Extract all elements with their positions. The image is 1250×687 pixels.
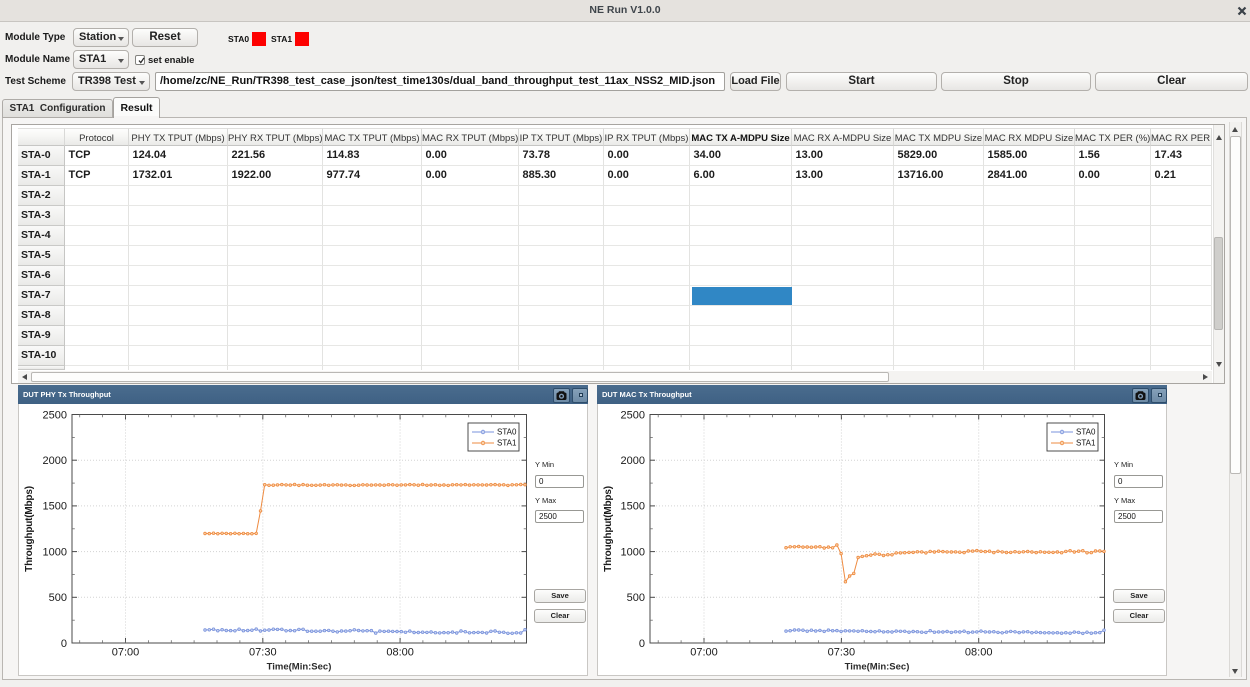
svg-text:08:00: 08:00 bbox=[386, 647, 414, 659]
svg-text:2000: 2000 bbox=[621, 455, 645, 467]
svg-text:500: 500 bbox=[49, 592, 67, 604]
svg-text:0: 0 bbox=[639, 638, 645, 650]
svg-text:Throughput(Mbps): Throughput(Mbps) bbox=[24, 486, 35, 572]
svg-text:07:00: 07:00 bbox=[112, 647, 140, 659]
svg-text:2500: 2500 bbox=[43, 409, 67, 421]
svg-text:500: 500 bbox=[627, 592, 645, 604]
svg-text:0: 0 bbox=[61, 638, 67, 650]
svg-text:2500: 2500 bbox=[621, 409, 645, 421]
svg-text:STA0: STA0 bbox=[497, 428, 517, 437]
svg-text:Throughput(Mbps): Throughput(Mbps) bbox=[603, 486, 614, 572]
svg-text:07:00: 07:00 bbox=[690, 647, 718, 659]
svg-text:Time(Min:Sec): Time(Min:Sec) bbox=[267, 662, 332, 673]
svg-text:1500: 1500 bbox=[621, 501, 645, 513]
svg-text:1000: 1000 bbox=[43, 546, 67, 558]
svg-text:Time(Min:Sec): Time(Min:Sec) bbox=[845, 662, 910, 673]
svg-text:STA1: STA1 bbox=[1076, 439, 1096, 448]
svg-text:STA1: STA1 bbox=[497, 439, 517, 448]
svg-text:1500: 1500 bbox=[43, 501, 67, 513]
svg-text:07:30: 07:30 bbox=[249, 647, 277, 659]
svg-text:STA0: STA0 bbox=[1076, 428, 1096, 437]
svg-text:08:00: 08:00 bbox=[965, 647, 993, 659]
svg-text:1000: 1000 bbox=[621, 546, 645, 558]
svg-text:07:30: 07:30 bbox=[828, 647, 856, 659]
svg-text:2000: 2000 bbox=[43, 455, 67, 467]
